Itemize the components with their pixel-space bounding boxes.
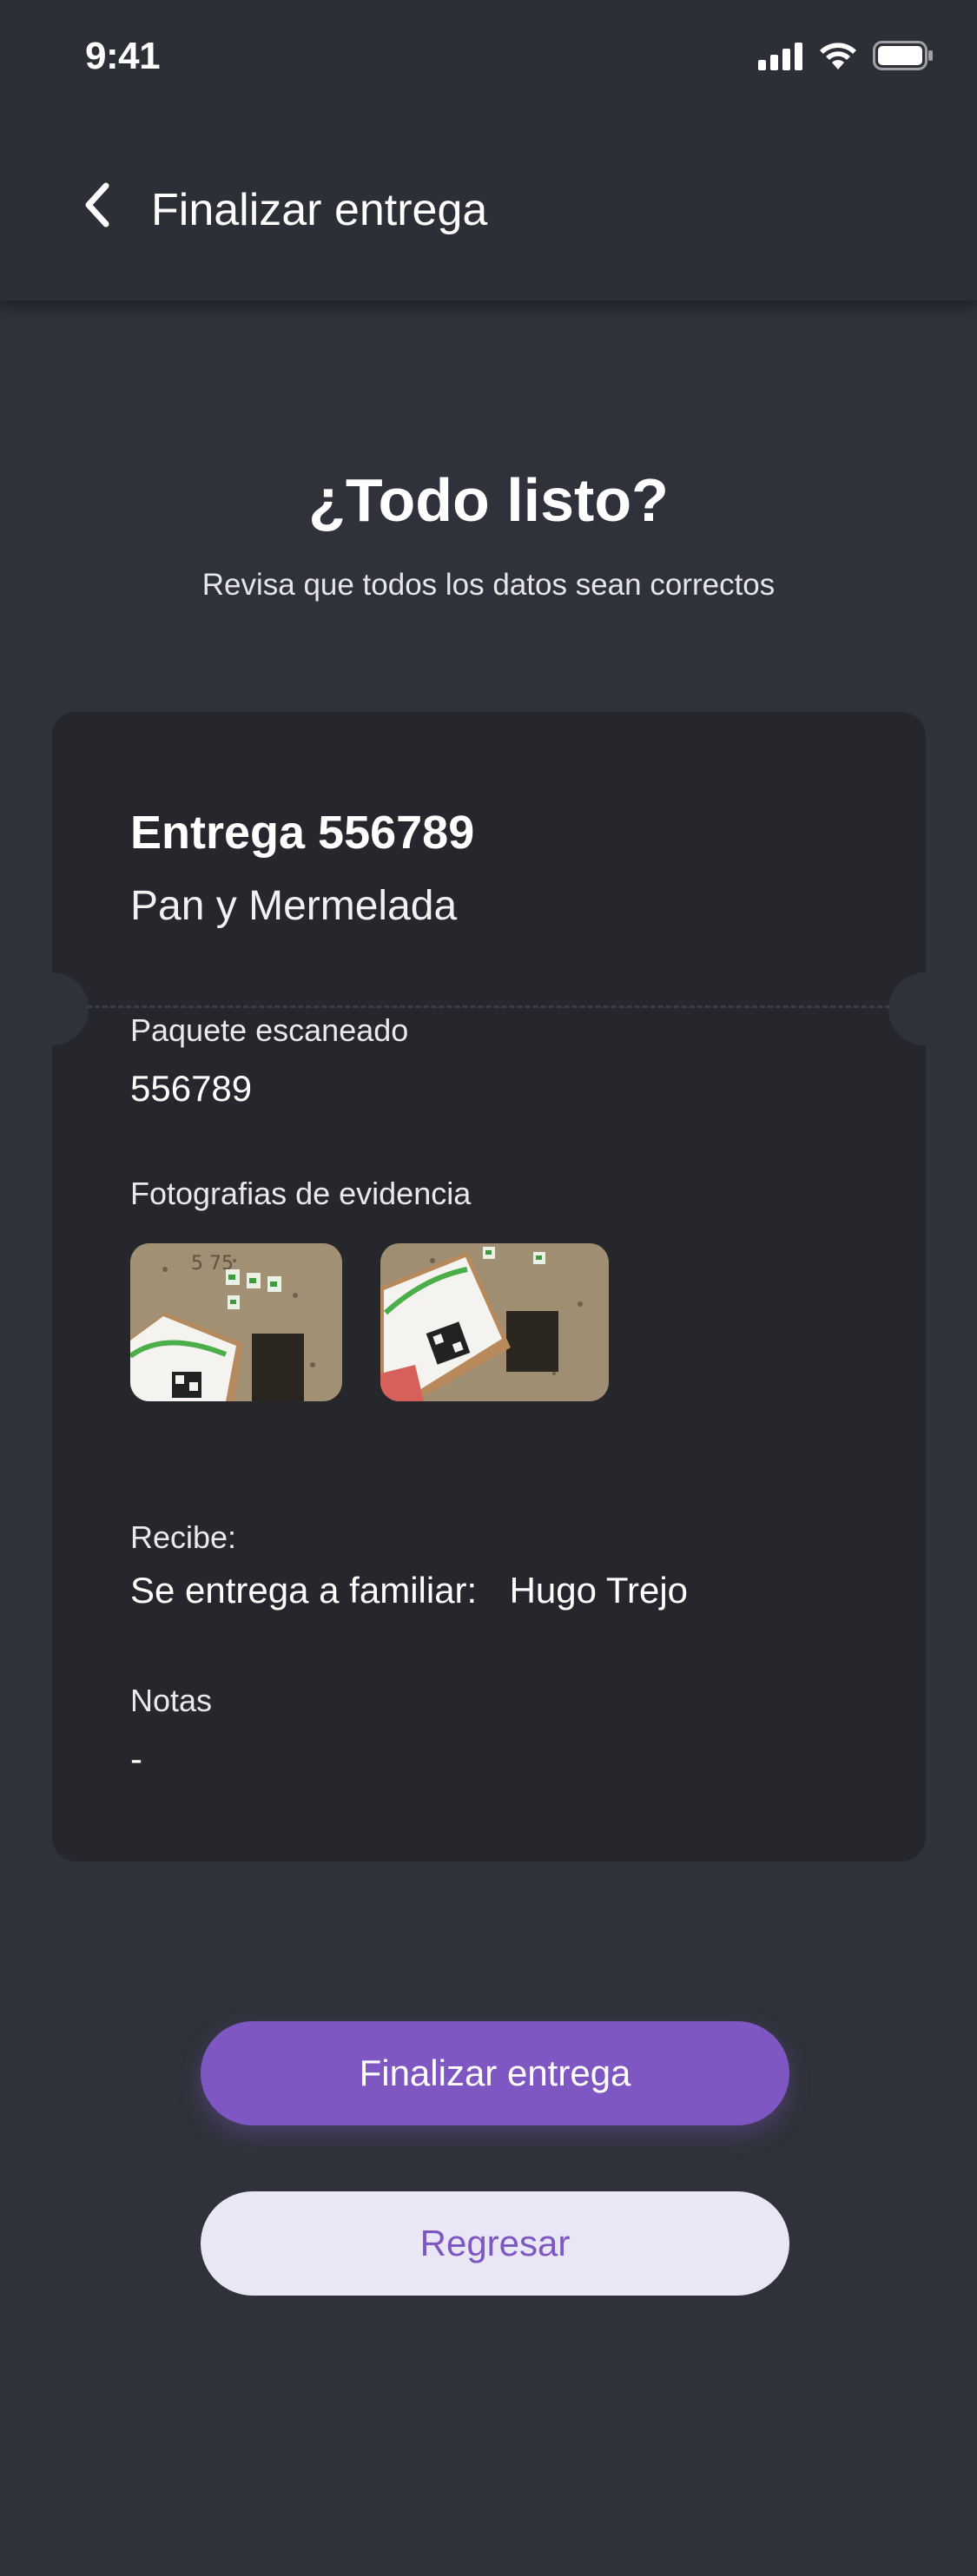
back-button[interactable]: [69, 174, 125, 240]
status-time: 9:41: [85, 35, 161, 77]
back-return-button[interactable]: Regresar: [201, 2191, 789, 2296]
receiver-name: Hugo Trejo: [509, 1570, 689, 1611]
scanned-package-label: Paquete escaneado: [130, 1012, 409, 1048]
back-chevron-icon: [82, 181, 113, 234]
notes-label: Notas: [130, 1683, 213, 1718]
screen: 9:41 Finalizar entrega ¿Todo listo? Revi…: [0, 0, 977, 2576]
ticket-notch-left: [16, 972, 89, 1045]
notes-value: -: [130, 1738, 142, 1779]
evidence-photo-2[interactable]: [380, 1243, 609, 1401]
ticket-divider: [87, 1005, 890, 1008]
evidence-photos-label: Fotografias de evidencia: [130, 1176, 472, 1211]
finish-delivery-button[interactable]: Finalizar entrega: [201, 2021, 789, 2125]
cellular-signal-icon: [758, 41, 803, 75]
battery-icon: [873, 41, 934, 75]
evidence-photo-1[interactable]: 5 75: [130, 1243, 342, 1401]
receiver-label: Recibe:: [130, 1519, 237, 1555]
delivery-product: Pan y Mermelada: [130, 883, 458, 929]
app-header: 9:41 Finalizar entrega: [0, 0, 977, 300]
receiver-value: Se entrega a familiar: Hugo Trejo: [130, 1570, 688, 1611]
receiver-relation: Se entrega a familiar:: [130, 1570, 478, 1611]
wifi-icon: [817, 40, 859, 76]
page-subtitle: Revisa que todos los datos sean correcto…: [201, 568, 776, 602]
header-title: Finalizar entrega: [151, 185, 488, 235]
ticket-notch-right: [888, 972, 961, 1045]
page-title: ¿Todo listo?: [308, 466, 669, 534]
scanned-package-value: 556789: [130, 1068, 253, 1109]
delivery-title: Entrega 556789: [130, 807, 475, 859]
status-icons: [758, 40, 934, 76]
